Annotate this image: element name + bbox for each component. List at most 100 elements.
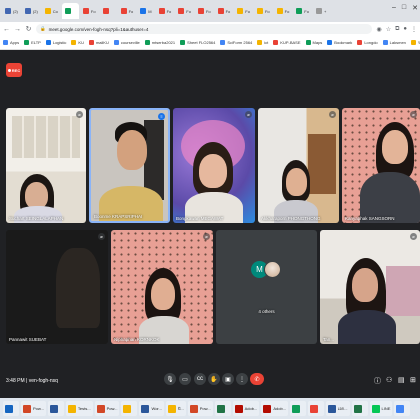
participant-tile[interactable]: ⌀ Bongkawan MEGAWAT [173,108,255,223]
back-icon[interactable]: ← [3,26,10,33]
taskbar-item[interactable]: Adob... [232,401,260,416]
bookmark-favicon-icon [357,40,363,45]
participant-tile-active-speaker[interactable]: ≡ Boonme KRAPSRIPHAI [89,108,170,223]
bookmark-item[interactable]: ELTP [24,40,41,45]
camera-indicator-icon[interactable]: ◉ [376,26,381,33]
tab-label: Fo [304,8,309,14]
bookmark-item[interactable]: Logistic [45,40,66,45]
taskbar-item[interactable] [290,401,307,416]
bookmark-favicon-icon [382,40,388,45]
browser-tab[interactable]: (2) [21,3,41,19]
bookmark-item[interactable]: ระบบงบ [410,39,420,46]
browser-tab[interactable] [99,3,117,19]
favicon-icon [140,8,147,14]
browser-tab[interactable]: Fo [117,3,137,19]
maximize-icon[interactable]: □ [402,4,406,12]
menu-icon[interactable]: ⋮ [411,26,417,33]
captions-button[interactable]: cc [194,373,206,385]
browser-tab[interactable]: Fo [155,3,175,19]
app-icon [371,404,380,413]
mic-button[interactable]: 🎙 [164,373,176,385]
bookmark-item[interactable]: Maps [305,40,322,45]
bookmark-item[interactable]: KUP-BASE [273,40,301,45]
browser-tab[interactable]: M [137,3,155,19]
bookmark-label: Bookmark [334,40,353,45]
browser-tab[interactable] [61,3,79,19]
taskbar-item[interactable]: เอก... [326,401,350,416]
taskbar-item[interactable] [214,401,231,416]
bookmark-item[interactable]: Bookmark [327,40,352,45]
taskbar-item[interactable]: ปั... [165,401,186,416]
mic-off-icon: ⌀ [410,111,417,118]
browser-tab[interactable]: Fo [293,3,312,19]
taskbar-item[interactable] [394,401,411,416]
star-icon[interactable]: ☆ [386,26,391,33]
participant-tile[interactable]: ⌀ Pannawit SUEBAT [6,230,108,344]
taskbar-item[interactable]: Wor... [139,401,164,416]
raise-hand-button[interactable]: ✋ [208,373,220,385]
bookmark-label: Sheet FLO2564 [187,40,216,45]
bookmark-item[interactable]: mtserba2021 [144,40,175,45]
browser-tab[interactable]: Fo [253,3,273,19]
participant-tile[interactable]: ⌀ Niphaphan KORNKOK [111,230,213,344]
taskbar-item[interactable]: Pow... [21,401,46,416]
browser-tab[interactable]: Fo [175,3,194,19]
taskbar-item[interactable]: Pow... [94,401,120,416]
participant-tile[interactable]: ⌀ Tan... [320,230,420,344]
browser-tab[interactable]: + [312,3,330,19]
bookmark-favicon-icon [144,40,150,45]
taskbar-item[interactable] [3,401,19,416]
bookmark-label: Apps [10,40,20,45]
forward-icon[interactable]: → [14,26,21,33]
others-tile[interactable]: 4 others [216,230,317,344]
bookmark-item[interactable]: mailKU [88,40,109,45]
bookmark-item[interactable]: courseville [113,40,140,45]
bookmark-item[interactable]: Sheet FLO2564 [180,40,215,45]
participant-tile[interactable]: ⌀ Akkharaporn PHONGTHONG [258,108,339,223]
window-controls: – □ ✕ [392,4,418,12]
reload-icon[interactable]: ↻ [25,25,32,33]
taskbar-item[interactable]: Pow... [187,401,213,416]
bookmark-item[interactable]: Laksmen [382,40,406,45]
favicon-icon [217,8,224,14]
close-icon[interactable]: ✕ [412,4,418,12]
participant-tile[interactable]: ⌀ Suchart SEINGLALAPHAN [6,108,86,223]
browser-tab[interactable]: Fo [234,3,253,19]
browser-tab[interactable]: Fo [79,3,99,19]
browser-tab[interactable]: Fo [194,3,214,19]
app-icon [23,404,31,413]
url-text: meet.google.com/ven-fogh-nsq?pli=1&authu… [48,26,149,32]
participant-tile[interactable]: ⌀ Kanyaphak SANGSORN [342,108,420,223]
browser-tab[interactable]: Fo [273,3,293,19]
taskbar-label: Pow... [106,406,118,411]
taskbar-item[interactable]: Tests... [65,401,93,416]
people-icon[interactable]: ⚇ [386,376,392,384]
camera-button[interactable]: ▭ [179,373,191,385]
profile-avatar[interactable]: ● [403,26,407,32]
activities-icon[interactable]: ⊞ [410,376,416,384]
bookmark-item[interactable]: KU [71,40,84,45]
bookmark-item[interactable]: SciForm 2564 [220,40,252,45]
leave-call-button[interactable]: ✆ [250,373,264,385]
taskbar-item[interactable] [308,401,325,416]
bookmark-favicon-icon [327,40,333,45]
info-icon[interactable]: ⓘ [374,376,381,386]
taskbar-item[interactable] [121,401,138,416]
browser-tab[interactable]: (2) [2,3,21,19]
more-options-button[interactable]: ⋮ [236,373,248,385]
bookmark-item[interactable]: Longdo [357,40,378,45]
extensions-icon[interactable]: ⧉ [395,26,399,33]
chat-icon[interactable]: ▤ [398,376,405,384]
taskbar-item[interactable] [47,401,64,416]
taskbar-item[interactable]: LINE [369,401,393,416]
browser-tab[interactable]: Fo [214,3,234,19]
present-button[interactable]: ▣ [222,373,234,385]
minimize-icon[interactable]: – [392,4,396,12]
bookmark-item[interactable]: Apps [3,40,19,45]
taskbar-item[interactable]: Adob... [261,401,289,416]
wall-art [12,116,80,158]
address-bar[interactable]: 🔒 meet.google.com/ven-fogh-nsq?pli=1&aut… [36,24,373,34]
bookmark-item[interactable]: ict [257,40,268,45]
browser-tab[interactable]: Co [41,3,61,19]
taskbar-item[interactable] [351,401,368,416]
